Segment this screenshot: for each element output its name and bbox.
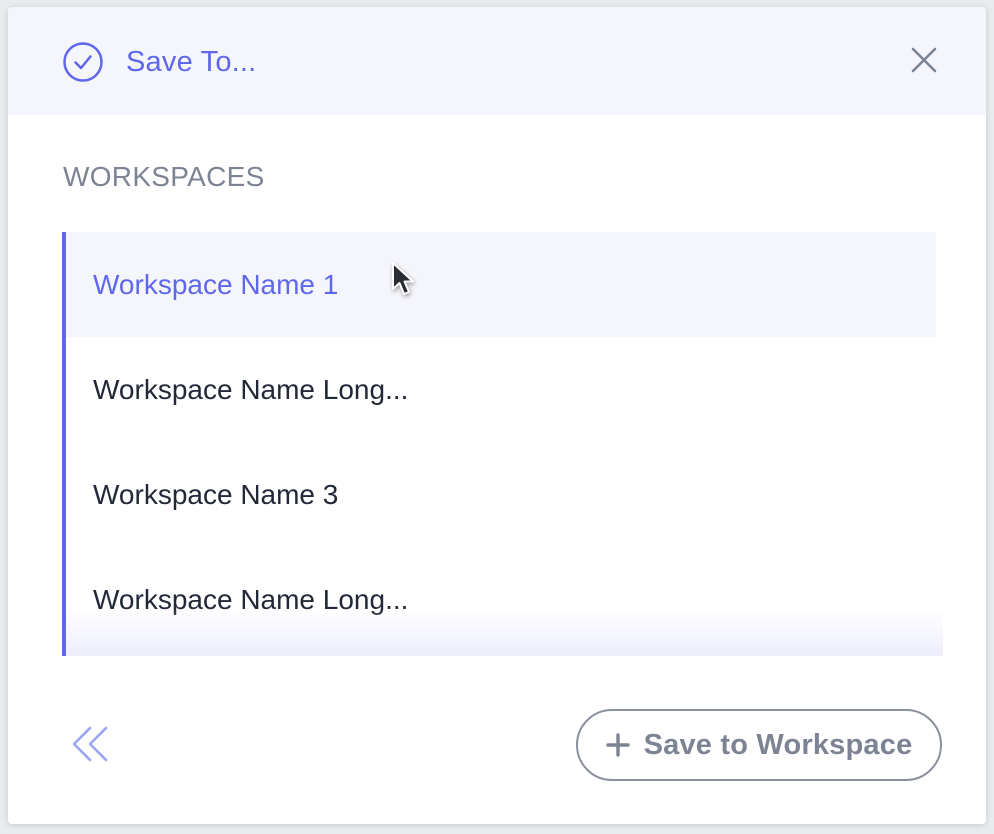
close-icon [911, 47, 937, 78]
save-to-dialog: Save To... WORKSPACES Workspace Name 1 W… [8, 7, 986, 824]
double-chevron-left-icon [68, 726, 116, 774]
page: Save To... WORKSPACES Workspace Name 1 W… [0, 0, 994, 834]
close-button[interactable] [903, 41, 945, 83]
save-to-workspace-button[interactable]: Save to Workspace [576, 709, 942, 781]
dialog-header: Save To... [8, 7, 986, 115]
save-button-label: Save to Workspace [643, 728, 913, 761]
workspace-list[interactable]: Workspace Name 1 Workspace Name Long... … [62, 232, 943, 656]
workspace-item-4[interactable]: Workspace Name Long... [66, 547, 943, 652]
workspace-item-1[interactable]: Workspace Name 1 [66, 232, 936, 337]
workspace-item-2[interactable]: Workspace Name Long... [66, 337, 943, 442]
dialog-title: Save To... [126, 46, 257, 78]
workspace-item-label: Workspace Name Long... [93, 583, 409, 615]
workspace-item-label: Workspace Name Long... [93, 373, 409, 405]
section-label-workspaces: WORKSPACES [63, 161, 265, 192]
workspace-item-label: Workspace Name 1 [93, 268, 339, 300]
plus-icon [605, 733, 630, 757]
workspace-item-3[interactable]: Workspace Name 3 [66, 442, 943, 547]
workspace-item-label: Workspace Name 3 [93, 478, 339, 510]
check-circle-icon [62, 41, 104, 83]
back-button[interactable] [68, 722, 116, 770]
